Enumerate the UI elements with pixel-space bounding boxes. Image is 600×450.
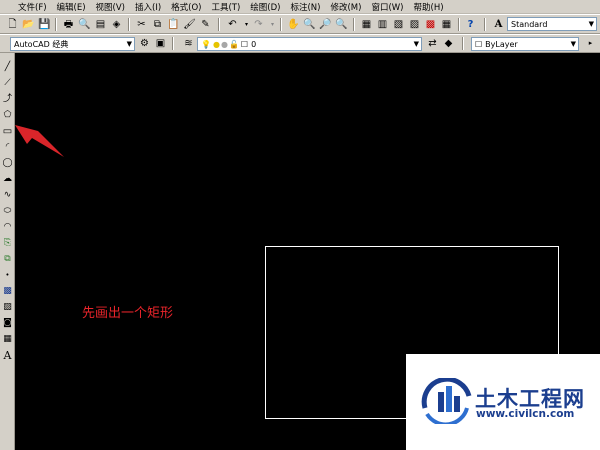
watermark-logo-icon <box>421 378 472 424</box>
watermark-url: www.civilcn.com <box>476 408 575 420</box>
instruction-caption: 先画出一个矩形 <box>82 306 174 321</box>
